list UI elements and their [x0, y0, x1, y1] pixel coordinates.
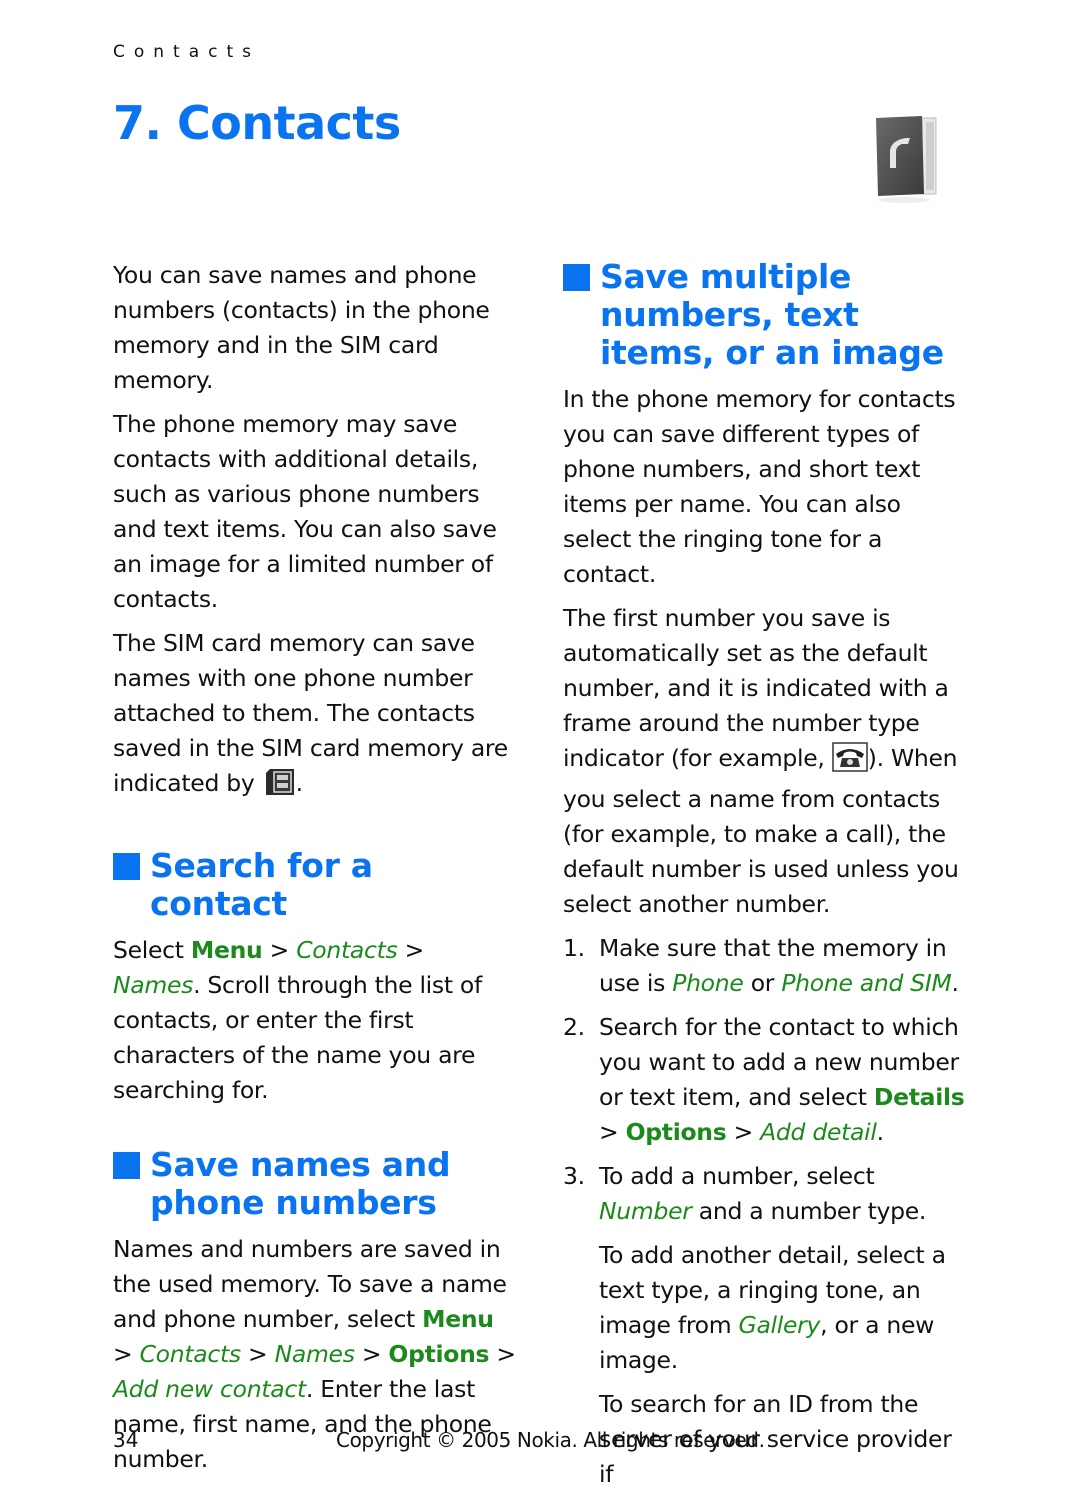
copyright: Copyright © 2005 Nokia. All rights reser…: [336, 1428, 765, 1452]
step-number: 3.: [563, 1162, 585, 1190]
contacts-link[interactable]: Contacts: [140, 1340, 242, 1368]
details-link[interactable]: Details: [874, 1083, 965, 1111]
heading-bullet-icon: [563, 264, 590, 291]
separator: >: [599, 1118, 619, 1146]
sim-card-icon: [262, 767, 296, 807]
multiple-section-title: Save multiple numbers, text items, or an…: [600, 257, 944, 372]
options-link[interactable]: Options: [626, 1118, 727, 1146]
running-head: Contacts: [113, 42, 260, 62]
step-text-2: and a number type.: [698, 1197, 927, 1225]
step-text: To add a number, select: [599, 1162, 875, 1190]
steps-list: 1. Make sure that the memory in use is P…: [563, 931, 968, 1229]
search-section-title: Search for a contact: [150, 846, 373, 923]
options-link[interactable]: Options: [388, 1340, 489, 1368]
save-section-title: Save names and phone numbers: [150, 1145, 451, 1222]
separator: >: [269, 936, 290, 964]
phone-option[interactable]: Phone: [672, 969, 744, 997]
names-link[interactable]: Names: [113, 971, 193, 999]
names-link[interactable]: Names: [275, 1340, 355, 1368]
add-detail-link[interactable]: Add detail: [760, 1118, 877, 1146]
step-item: 1. Make sure that the memory in use is P…: [563, 931, 968, 1001]
step-end: .: [951, 969, 959, 997]
step-end: .: [876, 1118, 884, 1146]
intro-paragraph-2: The phone memory may save contacts with …: [113, 410, 497, 613]
separator: >: [361, 1340, 382, 1368]
select-word: Select: [113, 936, 184, 964]
separator: >: [733, 1118, 754, 1146]
sim-paragraph-text: The SIM card memory can save names with …: [113, 629, 508, 797]
right-column: Save multiple numbers, text items, or an…: [563, 258, 968, 1501]
phone-and-sim-option[interactable]: Phone and SIM: [781, 969, 951, 997]
or-word: or: [750, 969, 775, 997]
search-section-heading: Search for a contact: [113, 847, 518, 923]
menu-link[interactable]: Menu: [191, 936, 263, 964]
separator: >: [496, 1340, 516, 1368]
sim-paragraph: The SIM card memory can save names with …: [113, 626, 518, 807]
heading-bullet-icon: [113, 1152, 140, 1179]
sub-paragraph-1: To add another detail, select a text typ…: [563, 1238, 968, 1378]
number-option[interactable]: Number: [599, 1197, 692, 1225]
sim-paragraph-end: .: [295, 769, 303, 797]
step-item: 2. Search for the contact to which you w…: [563, 1010, 968, 1150]
multiple-para-1: In the phone memory for contacts you can…: [563, 385, 956, 588]
separator: >: [113, 1340, 133, 1368]
chapter-title: 7. Contacts: [113, 96, 401, 150]
intro-paragraph-1: You can save names and phone numbers (co…: [113, 261, 490, 394]
multiple-para-2: The first number you save is automatical…: [563, 601, 968, 922]
step-item: 3. To add a number, select Number and a …: [563, 1159, 968, 1229]
menu-link[interactable]: Menu: [422, 1305, 494, 1333]
page-number: 34: [113, 1428, 139, 1452]
separator: >: [248, 1340, 268, 1368]
left-column: You can save names and phone numbers (co…: [113, 258, 518, 1486]
step-number: 2.: [563, 1013, 585, 1041]
contacts-link[interactable]: Contacts: [296, 936, 398, 964]
separator: >: [404, 936, 425, 964]
multiple-section-heading: Save multiple numbers, text items, or an…: [563, 258, 968, 372]
heading-bullet-icon: [113, 853, 140, 880]
contacts-book-icon: [872, 112, 942, 204]
search-section-text: Select Menu > Contacts > Names. Scroll t…: [113, 933, 518, 1108]
gallery-link[interactable]: Gallery: [739, 1311, 821, 1339]
save-section-heading: Save names and phone numbers: [113, 1146, 518, 1222]
add-new-contact-link[interactable]: Add new contact: [113, 1375, 306, 1403]
phone-number-type-icon: [832, 742, 868, 782]
step-number: 1.: [563, 934, 585, 962]
